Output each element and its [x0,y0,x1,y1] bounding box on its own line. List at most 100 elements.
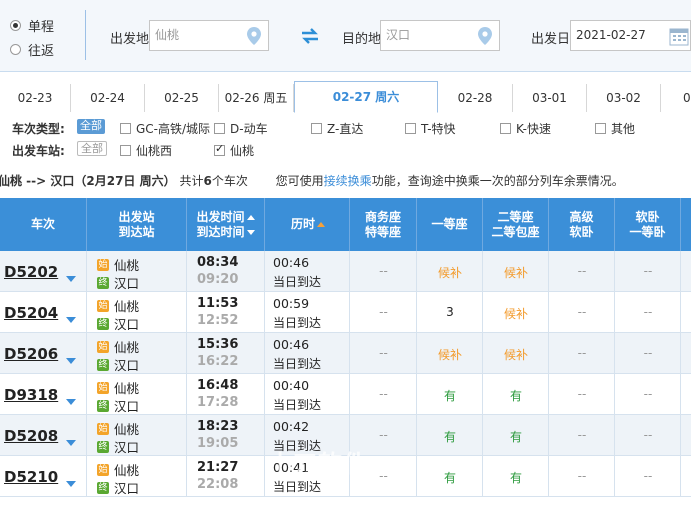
expand-stops-icon[interactable] [66,276,76,282]
round-trip-option[interactable]: 往返 [10,40,54,59]
round-trip-radio[interactable] [10,44,21,55]
search-bar: 单程 往返 出发地 仙桃 目的地 汉口 出发日 2021-02-27 [0,0,691,72]
col-advanced-label: 软卧 [569,224,594,239]
table-row[interactable]: D5206 始仙桃终汉口 15:36 16:22 00:46 当日到达 -- 候补 候补 -- -- [0,333,691,374]
to-station: 终汉口 [97,437,139,456]
expand-stops-icon[interactable] [66,481,76,487]
train-number[interactable]: D5210 [4,468,58,486]
departure-time: 18:23 [197,419,239,434]
sort-up-icon[interactable] [317,222,326,227]
arrival-day: 当日到达 [273,439,322,453]
expand-stops-icon[interactable] [66,358,76,364]
type-other-checkbox[interactable]: 其他 [595,120,635,137]
duration: 00:46 [273,255,310,270]
swap-icon[interactable] [300,27,320,45]
type-z-checkbox[interactable]: Z-直达 [311,120,363,137]
to-input[interactable]: 汉口 [380,20,500,51]
to-station: 终汉口 [97,478,139,497]
seat-adv: -- [577,305,587,319]
transfer-link[interactable]: 接续换乘 [324,174,372,188]
seat-second[interactable]: 有 [483,469,549,486]
type-label: D-动车 [230,122,268,136]
seat-first[interactable]: 候补 [417,346,483,363]
seat-soft: -- [643,264,653,278]
date-tab[interactable]: 03-02 [587,84,661,112]
end-badge: 终 [97,317,109,330]
arrival-day: 当日到达 [273,398,322,412]
col-station-label: 出发站 [118,209,155,224]
seat-adv: -- [577,428,587,442]
date-input[interactable]: 2021-02-27 [570,20,691,51]
table-row[interactable]: D5202 始仙桃终汉口 08:34 09:20 00:46 当日到达 -- 候补 候补 -- -- [0,251,691,292]
station-xiantao-checkbox[interactable]: 仙桃 [214,142,254,159]
date-tab[interactable]: 0 [661,84,691,112]
round-trip-label: 往返 [28,44,55,59]
seat-second[interactable]: 候补 [483,305,549,322]
train-number[interactable]: D5206 [4,345,58,363]
from-input[interactable]: 仙桃 [149,20,269,51]
calendar-icon[interactable] [669,26,689,46]
station-xiantaoxi-checkbox[interactable]: 仙桃西 [120,142,172,159]
col-overflow [681,198,691,251]
type-label: Z-直达 [327,122,364,136]
date-tab[interactable]: 03-01 [513,84,587,112]
seat-biz: -- [379,346,388,360]
seat-adv: -- [577,264,587,278]
train-number[interactable]: D5208 [4,427,58,445]
seat-second[interactable]: 有 [483,387,549,404]
departure-time: 16:48 [197,378,239,393]
seat-first[interactable]: 3 [417,305,483,319]
from-value: 仙桃 [155,28,180,42]
col-time-label: 到达时间 [196,224,245,239]
type-k-checkbox[interactable]: K-快速 [500,120,551,137]
date-label: 出发日 [531,32,571,47]
seat-second[interactable]: 候补 [483,346,549,363]
seat-first[interactable]: 有 [417,428,483,445]
seat-second[interactable]: 候补 [483,264,549,281]
seat-second[interactable]: 有 [483,428,549,445]
train-number[interactable]: D9318 [4,386,58,404]
all-stations-button[interactable]: 全部 [77,141,107,156]
date-tab[interactable]: 02-28 [438,84,513,112]
ticket-search-page: 单程 往返 出发地 仙桃 目的地 汉口 出发日 2021-02-27 02-23… [0,0,691,505]
date-tab[interactable]: 02-25 [145,84,219,112]
one-way-option[interactable]: 单程 [10,16,54,35]
table-row[interactable]: D9318 始仙桃终汉口 16:48 17:28 00:40 当日到达 -- 有有 -- -- [0,374,691,415]
seat-first[interactable]: 有 [417,387,483,404]
sort-up-icon[interactable] [246,214,255,220]
station-name: 仙桃 [114,463,140,478]
col-station-label: 到达站 [118,224,155,239]
col-duration[interactable]: 历时 [265,198,350,251]
table-row[interactable]: D5208 始仙桃终汉口 18:23 19:05 00:42 当日到达 -- 有有 -- -- [0,415,691,456]
date-tab[interactable]: 02-24 [71,84,145,112]
col-business: 商务座 特等座 [350,198,417,251]
col-advanced-label: 高级 [569,209,594,224]
type-t-checkbox[interactable]: T-特快 [405,120,456,137]
date-tab[interactable]: 02-26 周五 [219,84,294,112]
col-soft-label: 软卧 [635,209,660,224]
expand-stops-icon[interactable] [66,317,76,323]
table-row[interactable]: D5204 始仙桃终汉口 11:53 12:52 00:59 当日到达 -- 3 候补 -- -- [0,292,691,333]
arrival-time: 09:20 [197,272,239,287]
col-soft-sleeper: 软卧 一等卧 [615,198,681,251]
seat-first[interactable]: 有 [417,469,483,486]
date-tab-active[interactable]: 02-27 周六 [294,81,438,113]
sort-down-icon[interactable] [246,229,255,235]
col-time[interactable]: 出发时间 到达时间 [187,198,265,251]
duration: 00:46 [273,337,310,352]
departure-station-label: 出发车站: [12,144,65,158]
seat-first[interactable]: 候补 [417,264,483,281]
duration: 00:42 [273,419,310,434]
table-row[interactable]: D5210 始仙桃终汉口 21:27 22:08 00:41 当日到达 -- 有有 -- -- [0,456,691,497]
one-way-radio[interactable] [10,20,21,31]
all-types-button[interactable]: 全部 [77,119,105,134]
train-number[interactable]: D5204 [4,304,58,322]
type-gc-checkbox[interactable]: GC-高铁/城际 [120,120,210,137]
train-number[interactable]: D5202 [4,263,58,281]
type-d-checkbox[interactable]: D-动车 [214,120,268,137]
expand-stops-icon[interactable] [66,440,76,446]
date-tab[interactable]: 02-23 [0,84,71,112]
expand-stops-icon[interactable] [66,399,76,405]
seat-soft: -- [643,469,653,483]
station-name: 汉口 [114,399,140,414]
